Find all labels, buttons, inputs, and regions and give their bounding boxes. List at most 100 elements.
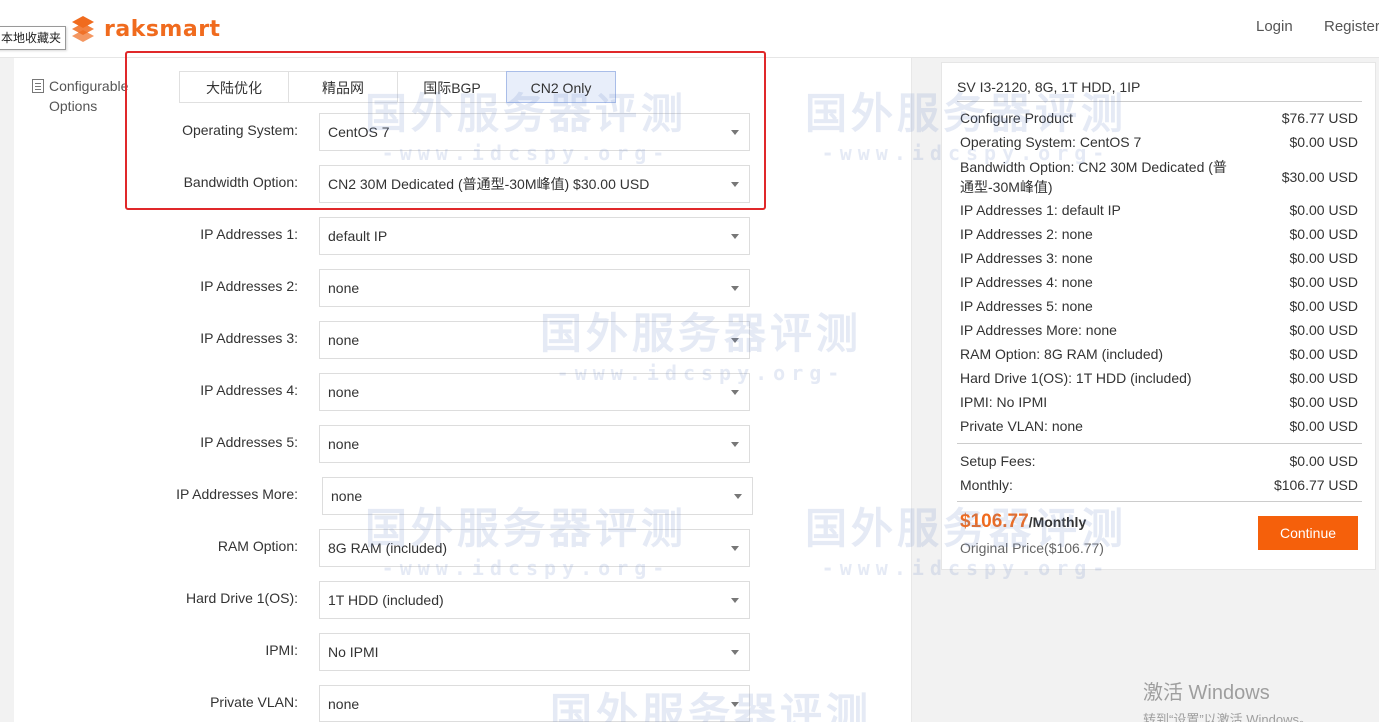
ip4-value: none <box>328 384 360 400</box>
setup-fees-row: Setup Fees: $0.00 USD <box>960 451 1358 471</box>
summary-row: RAM Option: 8G RAM (included) $0.00 USD <box>960 344 1358 364</box>
item-price: $76.77 USD <box>1281 110 1358 126</box>
total-amount: $106.77 <box>960 511 1029 532</box>
ip4-select[interactable]: none <box>319 373 750 411</box>
summary-row: IP Addresses 1: default IP $0.00 USD <box>960 200 1358 220</box>
item-name: Private VLAN: none <box>960 418 1083 434</box>
tab-mainland-optimized[interactable]: 大陆优化 <box>179 71 289 103</box>
item-name: IP Addresses 3: none <box>960 250 1093 266</box>
ip1-select[interactable]: default IP <box>319 217 750 255</box>
raksmart-logo[interactable]: raksmart <box>68 14 221 44</box>
chevron-down-icon <box>731 598 739 603</box>
vlan-label: Private VLAN: <box>210 694 298 710</box>
item-price: $0.00 USD <box>1289 274 1358 290</box>
ip4-label: IP Addresses 4: <box>200 382 298 398</box>
setup-label: Setup Fees: <box>960 453 1036 469</box>
configurable-options-heading: Configurable Options <box>32 76 128 116</box>
windows-activation-notice: 激活 Windows 转到“设置”以激活 Windows。 <box>1143 676 1312 722</box>
tab-international-bgp[interactable]: 国际BGP <box>397 71 507 103</box>
ip2-select[interactable]: none <box>319 269 750 307</box>
ipmi-label: IPMI: <box>265 642 298 658</box>
summary-row: Private VLAN: none $0.00 USD <box>960 416 1358 436</box>
item-name: Hard Drive 1(OS): 1T HDD (included) <box>960 370 1192 386</box>
ipmi-select[interactable]: No IPMI <box>319 633 750 671</box>
item-name: Operating System: CentOS 7 <box>960 134 1142 150</box>
summary-row: Bandwidth Option: CN2 30M Dedicated (普通型… <box>960 156 1358 198</box>
vlan-value: none <box>328 696 360 712</box>
total-period: /Monthly <box>1028 514 1087 530</box>
hdd-value: 1T HDD (included) <box>328 592 444 608</box>
ip-more-select[interactable]: none <box>322 477 753 515</box>
item-price: $0.00 USD <box>1289 250 1358 266</box>
item-price: $0.00 USD <box>1289 370 1358 386</box>
ip5-value: none <box>328 436 360 452</box>
ip3-label: IP Addresses 3: <box>200 330 298 346</box>
monthly-row: Monthly: $106.77 USD <box>960 475 1358 495</box>
summary-row: Configure Product $76.77 USD <box>960 108 1358 128</box>
item-name: IP Addresses 1: default IP <box>960 202 1121 218</box>
summary-row: Hard Drive 1(OS): 1T HDD (included) $0.00… <box>960 368 1358 388</box>
summary-row: IP Addresses 5: none $0.00 USD <box>960 296 1358 316</box>
item-price: $0.00 USD <box>1289 298 1358 314</box>
tab-cn2-only[interactable]: CN2 Only <box>506 71 616 103</box>
bandwidth-label: Bandwidth Option: <box>183 174 298 190</box>
register-link[interactable]: Register <box>1324 18 1379 35</box>
item-price: $0.00 USD <box>1289 322 1358 338</box>
bandwidth-select[interactable]: CN2 30M Dedicated (普通型-30M峰值) $30.00 USD <box>319 165 750 203</box>
original-price: Original Price($106.77) <box>960 540 1104 556</box>
item-name: RAM Option: 8G RAM (included) <box>960 346 1164 362</box>
chevron-down-icon <box>731 702 739 707</box>
heading-line1: Configurable <box>49 78 129 94</box>
os-select[interactable]: CentOS 7 <box>319 113 750 151</box>
monthly-price: $106.77 USD <box>1273 477 1358 493</box>
item-name: IP Addresses 4: none <box>960 274 1093 290</box>
monthly-label: Monthly: <box>960 477 1013 493</box>
divider <box>957 443 1362 444</box>
item-price: $0.00 USD <box>1289 418 1358 434</box>
ip5-select[interactable]: none <box>319 425 750 463</box>
item-price: $0.00 USD <box>1289 202 1358 218</box>
os-value: CentOS 7 <box>328 124 390 140</box>
login-link[interactable]: Login <box>1256 18 1293 35</box>
raksmart-logo-icon <box>72 16 94 42</box>
item-name: Configure Product <box>960 110 1073 126</box>
divider <box>957 501 1362 502</box>
item-price: $0.00 USD <box>1289 134 1358 150</box>
summary-row: IP Addresses 3: none $0.00 USD <box>960 248 1358 268</box>
item-price: $30.00 USD <box>1281 169 1358 185</box>
ip1-value: default IP <box>328 228 388 244</box>
vlan-select[interactable]: none <box>319 685 750 722</box>
chevron-down-icon <box>731 390 739 395</box>
logo-text: raksmart <box>104 16 221 42</box>
heading-line2: Options <box>49 98 98 114</box>
bookmark-tooltip[interactable]: 本地收藏夹 <box>0 26 67 50</box>
chevron-down-icon <box>734 494 742 499</box>
summary-row: IPMI: No IPMI $0.00 USD <box>960 392 1358 412</box>
item-price: $0.00 USD <box>1289 346 1358 362</box>
ip1-label: IP Addresses 1: <box>200 226 298 242</box>
chevron-down-icon <box>731 234 739 239</box>
document-icon <box>32 79 44 93</box>
chevron-down-icon <box>731 182 739 187</box>
os-label: Operating System: <box>182 122 298 138</box>
continue-button[interactable]: Continue <box>1258 516 1358 550</box>
ram-select[interactable]: 8G RAM (included) <box>319 529 750 567</box>
ip3-value: none <box>328 332 360 348</box>
summary-row: IP Addresses More: none $0.00 USD <box>960 320 1358 340</box>
item-name: IPMI: No IPMI <box>960 394 1048 410</box>
chevron-down-icon <box>731 338 739 343</box>
order-summary: SV I3-2120, 8G, 1T HDD, 1IP Configure Pr… <box>941 62 1376 570</box>
chevron-down-icon <box>731 130 739 135</box>
hdd-label: Hard Drive 1(OS): <box>185 590 298 606</box>
site-header: 本地收藏夹 raksmart Login Register <box>0 0 1379 58</box>
network-tabs: 大陆优化 精品网 国际BGP CN2 Only <box>179 71 616 103</box>
total-price: $106.77/Monthly <box>960 511 1086 533</box>
hdd-select[interactable]: 1T HDD (included) <box>319 581 750 619</box>
item-name: Bandwidth Option: CN2 30M Dedicated (普通型… <box>960 159 1227 195</box>
ip2-value: none <box>328 280 360 296</box>
tab-premium-network[interactable]: 精品网 <box>288 71 398 103</box>
ipmi-value: No IPMI <box>328 644 379 660</box>
chevron-down-icon <box>731 546 739 551</box>
ip3-select[interactable]: none <box>319 321 750 359</box>
ram-label: RAM Option: <box>217 538 298 554</box>
